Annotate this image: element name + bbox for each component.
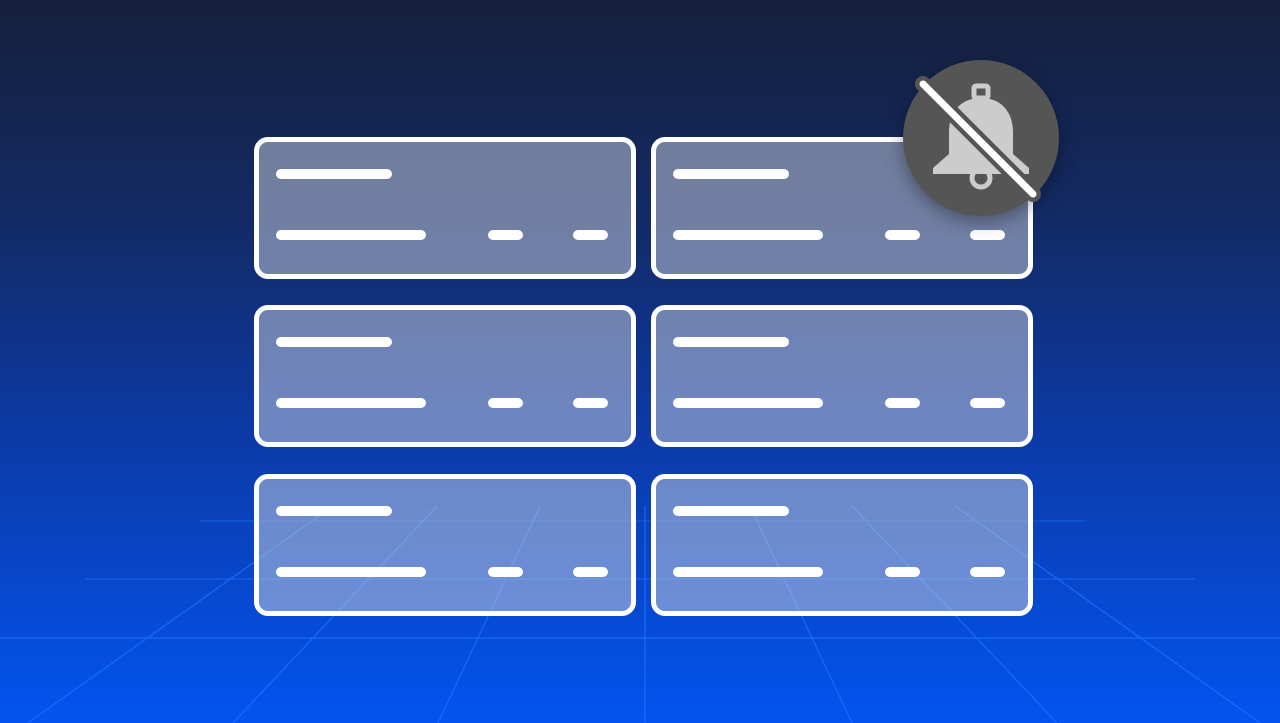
card-text-placeholder	[673, 398, 823, 408]
card-meta-placeholder	[573, 230, 608, 240]
card-text-placeholder	[276, 230, 426, 240]
card-meta-placeholder	[885, 230, 920, 240]
notifications-muted-badge	[903, 60, 1059, 216]
notification-muted-illustration	[0, 0, 1280, 723]
card-meta-placeholder	[488, 398, 523, 408]
card-meta-placeholder	[970, 230, 1005, 240]
card-title-placeholder	[276, 169, 392, 179]
perspective-grid-floor	[0, 505, 1280, 723]
notification-card	[254, 474, 636, 616]
card-meta-placeholder	[488, 230, 523, 240]
card-title-placeholder	[673, 169, 789, 179]
card-meta-placeholder	[573, 398, 608, 408]
card-meta-placeholder	[488, 567, 523, 577]
card-meta-placeholder	[970, 567, 1005, 577]
card-title-placeholder	[673, 337, 789, 347]
card-meta-placeholder	[885, 567, 920, 577]
card-text-placeholder	[276, 398, 426, 408]
card-text-placeholder	[276, 567, 426, 577]
notification-card	[254, 137, 636, 279]
card-title-placeholder	[276, 506, 392, 516]
card-title-placeholder	[276, 337, 392, 347]
notification-card	[651, 305, 1033, 447]
card-title-placeholder	[673, 506, 789, 516]
notification-card	[254, 305, 636, 447]
bell-off-icon	[915, 76, 1041, 202]
card-meta-placeholder	[885, 398, 920, 408]
card-meta-placeholder	[573, 567, 608, 577]
card-meta-placeholder	[970, 398, 1005, 408]
notification-card	[651, 474, 1033, 616]
card-text-placeholder	[673, 230, 823, 240]
card-text-placeholder	[673, 567, 823, 577]
